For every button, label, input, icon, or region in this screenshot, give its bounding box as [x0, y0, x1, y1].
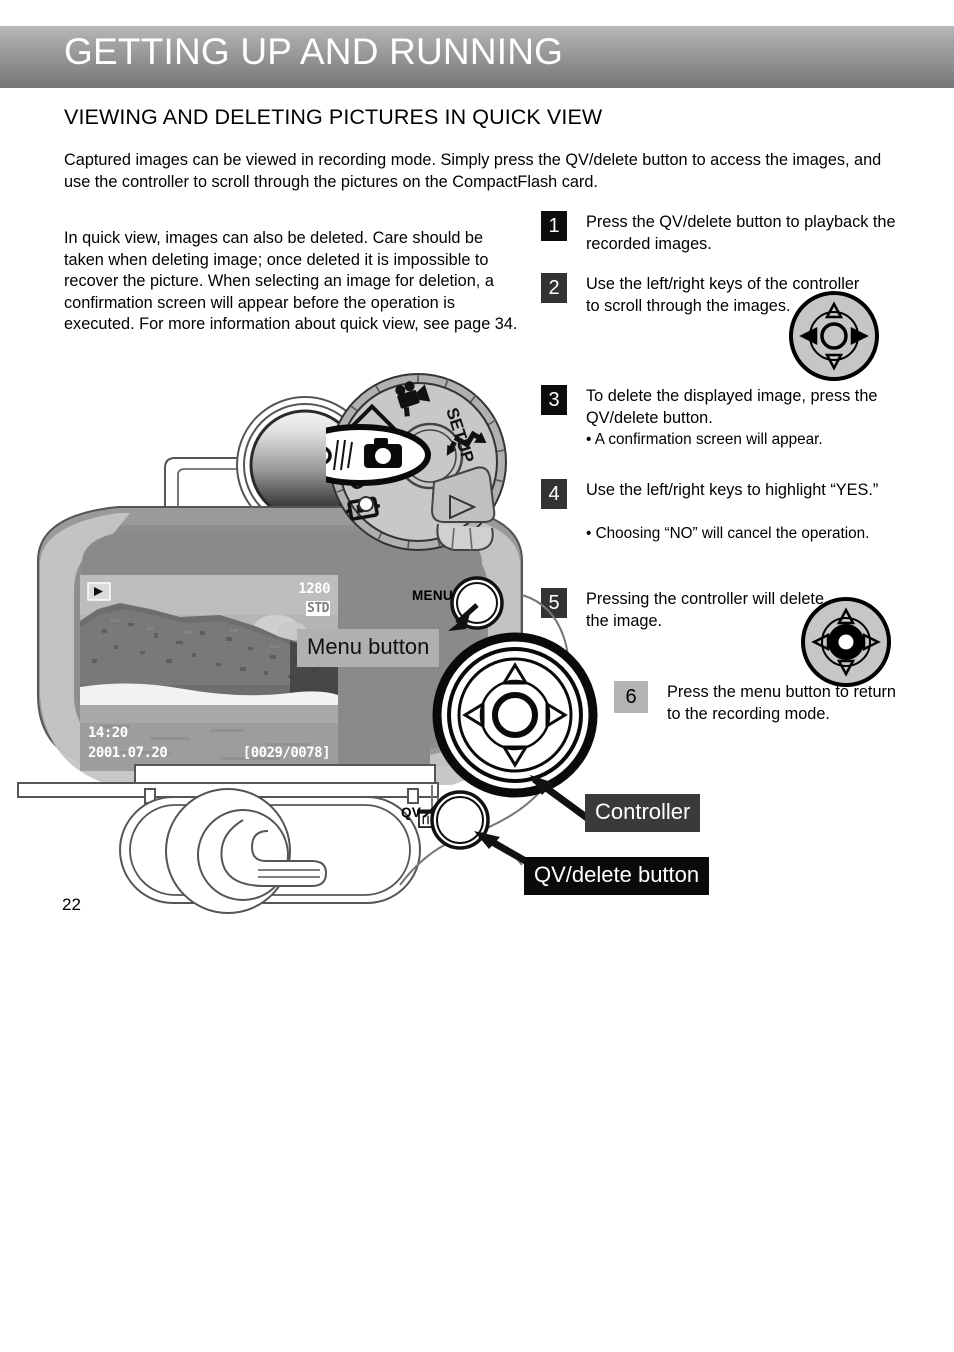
step-2-number: 2: [541, 273, 567, 303]
step-3-text: To delete the displayed image, press the…: [586, 387, 878, 427]
menu-label: MENU: [412, 588, 453, 603]
camera-controller-pad: [432, 632, 598, 798]
controller-diagram-step2: [788, 290, 880, 387]
intro-paragraph-2: In quick view, images can also be delete…: [64, 229, 518, 333]
step-4-subtext: • Choosing “NO” will cancel the operatio…: [586, 525, 870, 542]
step-4-text: Use the left/right keys to highlight “YE…: [586, 481, 879, 499]
section-heading: VIEWING AND DELETING PICTURES IN QUICK V…: [64, 105, 603, 129]
step-1-number: 1: [541, 211, 567, 241]
step-3-subtext: • A confirmation screen will appear.: [586, 431, 823, 448]
qv-label: QV: [401, 805, 422, 820]
callout-controller: Controller: [585, 794, 701, 832]
controller-diagram-step5: [800, 596, 892, 693]
intro-paragraph-1: Captured images can be viewed in recordi…: [64, 151, 882, 191]
callout-menu-button: Menu button: [297, 629, 440, 667]
playback-mode-icon: [87, 582, 111, 601]
page-number: 22: [62, 895, 81, 914]
callout-qv-delete-button: QV/delete button: [524, 857, 710, 895]
page-title: GETTING UP AND RUNNING: [64, 31, 564, 72]
step-1-text: Press the QV/delete button to playback t…: [586, 213, 896, 253]
dial-record-position-highlight: [289, 424, 431, 486]
mode-dial-illustration: SETUP OFF: [289, 370, 526, 580]
